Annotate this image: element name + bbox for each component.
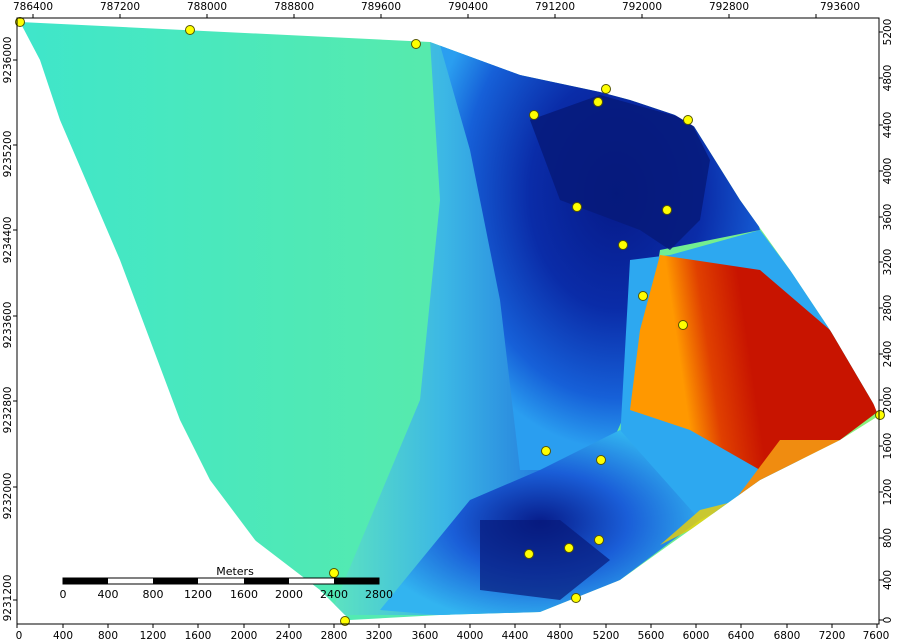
scale-bar-label: 2800	[365, 588, 393, 601]
sample-point	[596, 455, 606, 465]
top-tick-label: 790400	[448, 1, 488, 13]
left-tick-label: 9234400	[2, 217, 14, 264]
bottom-tick-label: 6800	[774, 630, 801, 642]
bottom-tick-label: 2400	[276, 630, 303, 642]
top-tick-label: 787200	[100, 1, 140, 13]
right-tick-label: 5200	[882, 19, 894, 46]
bottom-tick-label: 0	[16, 630, 23, 642]
top-tick-label: 786400	[13, 1, 53, 13]
bottom-tick-label: 6000	[683, 630, 710, 642]
sample-point	[594, 535, 604, 545]
bottom-tick-label: 1200	[140, 630, 167, 642]
right-tick-label: 0	[882, 617, 894, 624]
scale-bar-label: 2000	[275, 588, 303, 601]
sample-point	[618, 240, 628, 250]
right-tick-label: 3600	[882, 204, 894, 231]
sample-point	[601, 84, 611, 94]
right-tick-label: 4000	[882, 158, 894, 185]
right-tick-label: 4400	[882, 112, 894, 139]
top-tick-label: 792800	[709, 1, 749, 13]
sample-point	[572, 202, 582, 212]
top-tick-label: 788800	[274, 1, 314, 13]
bottom-tick-label: 6400	[728, 630, 755, 642]
left-tick-label: 9231200	[2, 575, 14, 622]
top-tick-label: 793600	[820, 1, 860, 13]
bottom-tick-label: 4000	[457, 630, 484, 642]
right-tick-label: 800	[882, 528, 894, 548]
scale-bar-label: 2400	[320, 588, 348, 601]
bottom-tick-label: 4800	[547, 630, 574, 642]
left-tick-label: 9232800	[2, 387, 14, 434]
left-tick-label: 9233600	[2, 302, 14, 349]
left-tick-label: 9235200	[2, 131, 14, 178]
sample-point	[541, 446, 551, 456]
bottom-tick-label: 800	[98, 630, 118, 642]
right-tick-label: 2000	[882, 387, 894, 414]
sample-point	[593, 97, 603, 107]
scale-bar-label: 0	[60, 588, 67, 601]
sample-point	[411, 39, 421, 49]
bottom-tick-label: 5600	[638, 630, 665, 642]
scale-bar-label: 800	[143, 588, 164, 601]
bottom-tick-label: 5200	[593, 630, 620, 642]
top-tick-label: 789600	[361, 1, 401, 13]
scale-bar-label: 1600	[230, 588, 258, 601]
right-tick-label: 1200	[882, 479, 894, 506]
sample-point	[678, 320, 688, 330]
scale-bar-title: Meters	[216, 565, 254, 578]
right-tick-label: 4800	[882, 65, 894, 92]
sample-point	[683, 115, 693, 125]
scale-bar-label: 400	[98, 588, 119, 601]
bottom-tick-label: 1600	[185, 630, 212, 642]
sample-point	[571, 593, 581, 603]
bottom-tick-label: 3200	[366, 630, 393, 642]
right-tick-label: 400	[882, 570, 894, 590]
sample-point	[329, 568, 339, 578]
bottom-tick-label: 7200	[819, 630, 846, 642]
scale-bar-label: 1200	[184, 588, 212, 601]
bottom-tick-label: 2000	[231, 630, 258, 642]
sample-point	[524, 549, 534, 559]
right-tick-label: 1600	[882, 433, 894, 460]
bottom-tick-label: 2800	[321, 630, 348, 642]
interpolation-map: 786400 787200 788000 788800 789600 79040…	[0, 1, 901, 643]
top-tick-label: 791200	[535, 1, 575, 13]
bottom-tick-label: 3600	[412, 630, 439, 642]
top-tick-label: 792000	[622, 1, 662, 13]
sample-point	[185, 25, 195, 35]
right-tick-label: 2400	[882, 341, 894, 368]
right-tick-label: 3200	[882, 249, 894, 276]
top-tick-label: 788000	[187, 1, 227, 13]
sample-point	[529, 110, 539, 120]
bottom-tick-label: 4400	[502, 630, 529, 642]
left-tick-label: 9232000	[2, 473, 14, 520]
sample-point	[564, 543, 574, 553]
bottom-tick-label: 7600	[863, 630, 890, 642]
sample-point	[662, 205, 672, 215]
top-axis: 786400 787200 788000 788800 789600 79040…	[13, 1, 860, 18]
right-tick-label: 2800	[882, 295, 894, 322]
left-tick-label: 9236000	[2, 37, 14, 84]
bottom-tick-label: 400	[53, 630, 73, 642]
sample-point	[638, 291, 648, 301]
